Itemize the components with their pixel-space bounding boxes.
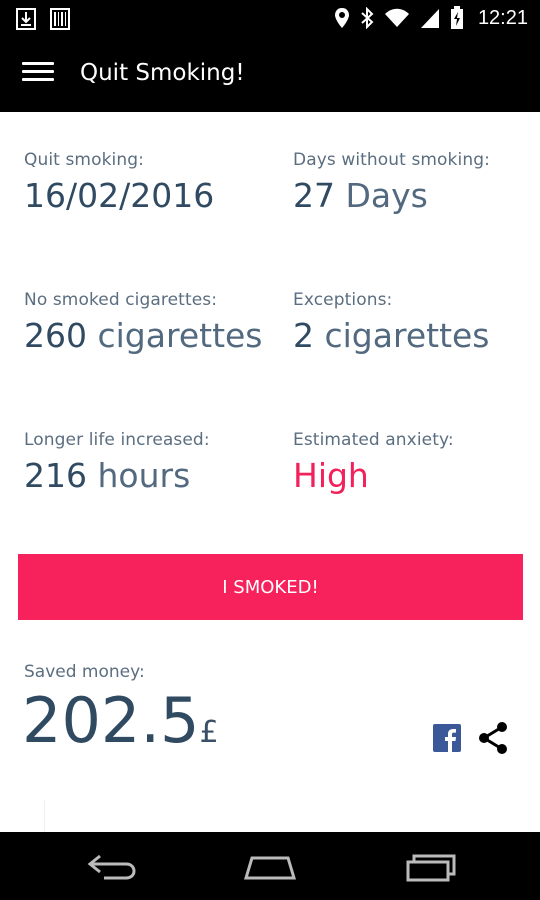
i-smoked-button[interactable]: I SMOKED! bbox=[18, 554, 523, 620]
home-icon[interactable] bbox=[240, 848, 300, 884]
days-unit: Days bbox=[345, 176, 428, 215]
stat-label: Estimated anxiety: bbox=[293, 430, 454, 450]
signal-icon bbox=[420, 7, 440, 29]
saved-amount: 202.5 bbox=[22, 684, 200, 757]
barcode-icon bbox=[50, 8, 70, 30]
divider bbox=[44, 800, 45, 832]
stat-longer-life: Longer life increased: 216 hours bbox=[24, 430, 210, 495]
wifi-icon bbox=[384, 7, 410, 29]
back-icon[interactable] bbox=[82, 848, 142, 884]
stat-no-smoked: No smoked cigarettes: 260 cigarettes bbox=[24, 290, 263, 355]
no-smoked-number: 260 bbox=[24, 316, 87, 355]
exceptions-unit: cigarettes bbox=[324, 316, 490, 355]
recent-apps-icon[interactable] bbox=[398, 848, 458, 884]
hamburger-menu-icon[interactable] bbox=[22, 62, 54, 88]
stat-days-without: Days without smoking: 27 Days bbox=[293, 150, 490, 215]
anxiety-value: High bbox=[293, 456, 369, 495]
app-title: Quit Smoking! bbox=[80, 60, 245, 86]
app-bar: Quit Smoking! bbox=[0, 38, 540, 112]
exceptions-number: 2 bbox=[293, 316, 314, 355]
stat-value: 16/02/2016 bbox=[24, 176, 214, 215]
saved-money-label: Saved money: bbox=[24, 662, 145, 682]
stat-anxiety: Estimated anxiety: High bbox=[293, 430, 454, 495]
stat-exceptions: Exceptions: 2 cigarettes bbox=[293, 290, 490, 355]
longer-life-number: 216 bbox=[24, 456, 87, 495]
stat-quit-date: Quit smoking: 16/02/2016 bbox=[24, 150, 214, 215]
stat-value: 260 cigarettes bbox=[24, 316, 263, 355]
status-bar: 12:21 bbox=[0, 0, 540, 38]
longer-life-unit: hours bbox=[97, 456, 191, 495]
bluetooth-icon bbox=[360, 7, 374, 29]
saved-currency: £ bbox=[199, 715, 219, 750]
facebook-icon[interactable] bbox=[433, 724, 461, 752]
days-number: 27 bbox=[293, 176, 335, 215]
saved-money-value: 202.5£ bbox=[22, 684, 219, 757]
no-smoked-unit: cigarettes bbox=[97, 316, 263, 355]
stat-label: Quit smoking: bbox=[24, 150, 144, 170]
main-content: Quit smoking: 16/02/2016 Days without sm… bbox=[0, 112, 540, 832]
share-icon[interactable] bbox=[474, 719, 512, 757]
status-time: 12:21 bbox=[477, 6, 528, 29]
stat-label: No smoked cigarettes: bbox=[24, 290, 218, 310]
stat-value: 216 hours bbox=[24, 456, 210, 495]
location-icon bbox=[334, 7, 350, 29]
stat-label: Days without smoking: bbox=[293, 150, 490, 170]
stat-label: Exceptions: bbox=[293, 290, 393, 310]
system-nav-bar bbox=[0, 832, 540, 900]
battery-icon bbox=[450, 6, 464, 30]
quit-date-value: 16/02/2016 bbox=[24, 176, 215, 215]
stat-value: 2 cigarettes bbox=[293, 316, 490, 355]
stat-value: 27 Days bbox=[293, 176, 490, 215]
download-icon bbox=[16, 8, 36, 30]
stat-label: Longer life increased: bbox=[24, 430, 210, 450]
